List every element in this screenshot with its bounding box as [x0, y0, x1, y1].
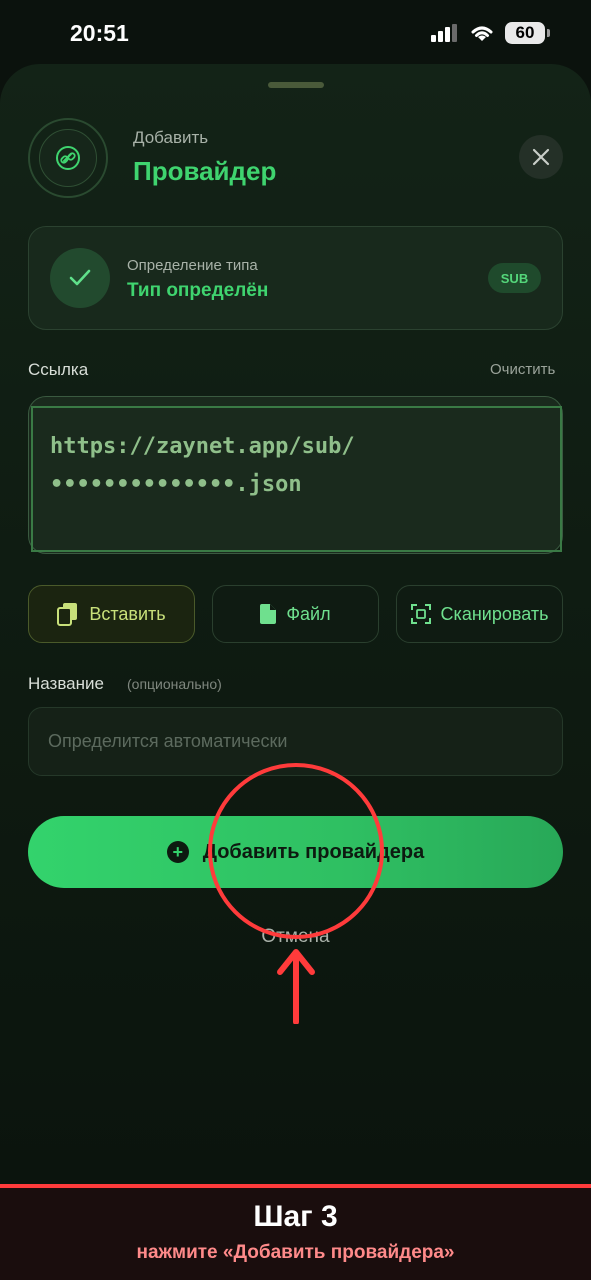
link-label: Ссылка	[28, 360, 89, 379]
close-icon	[532, 148, 550, 166]
wifi-icon	[471, 26, 493, 41]
page-title: Провайдер	[133, 156, 277, 186]
battery-level: 60	[515, 23, 535, 42]
paste-icon	[57, 603, 78, 626]
qr-scan-icon	[410, 604, 431, 624]
file-button[interactable]: Файл	[212, 585, 379, 643]
name-label: Название	[28, 674, 104, 693]
provider-avatar-inner	[39, 129, 97, 187]
cellular-signal-icon	[431, 24, 457, 42]
step-text: нажмите «Добавить провайдера»	[136, 1242, 455, 1263]
battery-indicator: 60	[505, 22, 550, 44]
step-title: Шаг 3	[253, 1200, 338, 1233]
status-icons: 60	[431, 22, 550, 44]
url-line-2: ••••••••••••••.json	[50, 472, 302, 497]
link-icon	[56, 146, 80, 170]
highlight-circle	[208, 763, 384, 939]
file-icon	[260, 604, 277, 624]
provider-avatar	[28, 118, 108, 198]
name-optional-hint: (опционально)	[127, 676, 222, 692]
type-status-indicator	[50, 248, 110, 308]
header-subtitle: Добавить	[133, 128, 209, 147]
url-text[interactable]: https://zaynet.app/sub/ ••••••••••••••.j…	[50, 428, 530, 504]
type-badge: SUB	[488, 263, 541, 293]
scan-button[interactable]: Сканировать	[396, 585, 563, 643]
paste-button[interactable]: Вставить	[28, 585, 195, 643]
file-label: Файл	[286, 603, 331, 624]
type-value: Тип определён	[127, 280, 269, 301]
check-icon	[69, 269, 91, 286]
url-line-1: https://zaynet.app/sub/	[50, 434, 355, 459]
clear-button[interactable]: Очистить	[490, 361, 555, 378]
type-label: Определение типа	[127, 257, 258, 274]
close-button[interactable]	[519, 135, 563, 179]
arrow-up-icon	[277, 949, 315, 1024]
paste-label: Вставить	[89, 603, 166, 624]
plus-circle-icon: +	[166, 841, 189, 863]
sheet-grabber[interactable]	[268, 82, 324, 88]
status-time: 20:51	[70, 20, 129, 46]
scan-label: Сканировать	[440, 603, 549, 624]
